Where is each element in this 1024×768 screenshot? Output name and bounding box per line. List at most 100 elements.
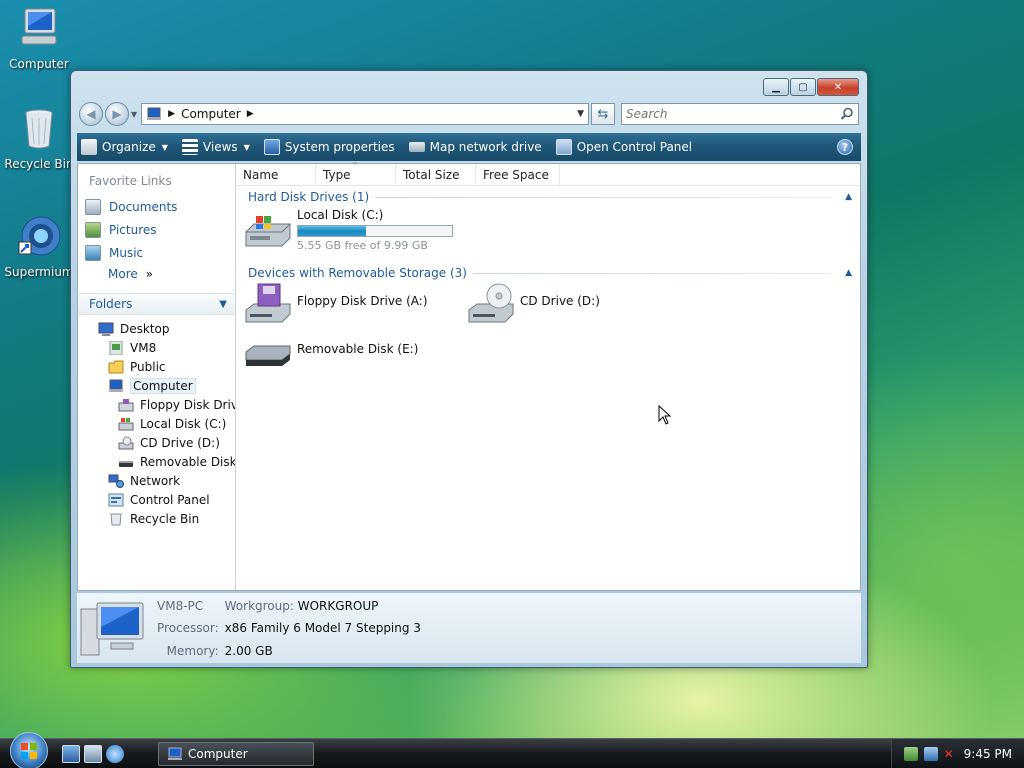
favorite-link-label: Documents — [109, 200, 178, 214]
views-label: Views — [202, 140, 238, 154]
tree-item-computer[interactable]: Computer — [78, 376, 235, 395]
safely-remove-hardware-icon[interactable] — [903, 746, 918, 761]
maximize-button[interactable]: ▢ — [790, 78, 816, 96]
double-chevron-icon: » — [145, 267, 153, 281]
computer-icon — [168, 747, 182, 760]
column-header-type[interactable]: ^ Type — [316, 161, 396, 185]
tree-item-vm8[interactable]: VM8 — [78, 338, 235, 357]
system-properties-button[interactable]: System properties — [263, 139, 395, 155]
breadcrumb-computer[interactable]: Computer — [181, 107, 241, 121]
address-row: ◀ ▶ ▼ ▶ Computer ▶ ▼ ⇆ — [79, 101, 859, 127]
column-header-total-size[interactable]: Total Size — [396, 164, 476, 185]
address-bar[interactable]: ▶ Computer ▶ ▼ — [141, 103, 589, 125]
floppy-drive-icon — [245, 283, 291, 323]
drive-tile-floppy[interactable]: Floppy Disk Drive (A:) — [244, 282, 428, 326]
tree-item-floppy[interactable]: Floppy Disk Drive — [78, 395, 235, 414]
breadcrumb-arrow-icon[interactable]: ▶ — [247, 109, 254, 119]
network-status-icon[interactable] — [923, 746, 938, 761]
system-details: VM8-PC Workgroup: WORKGROUP Processor: x… — [157, 599, 421, 663]
tree-item-removable-disk[interactable]: Removable Disk (E — [78, 452, 235, 471]
group-header-removable-storage[interactable]: Devices with Removable Storage (3) ▲ — [248, 266, 852, 280]
volume-muted-icon[interactable]: ✕ — [944, 747, 958, 761]
workgroup-label: Workgroup: — [224, 599, 294, 613]
breadcrumb-arrow-icon[interactable]: ▶ — [168, 109, 175, 119]
address-dropdown-icon[interactable]: ▼ — [577, 109, 584, 119]
group-header-hard-disk-drives[interactable]: Hard Disk Drives (1) ▲ — [248, 190, 852, 204]
column-label: Name — [243, 168, 279, 182]
desktop-icon-label: Recycle Bin — [4, 157, 74, 171]
organize-button[interactable]: Organize ▼ — [81, 139, 168, 155]
back-arrow-icon: ◀ — [86, 107, 96, 121]
floppy-drive-icon — [118, 398, 134, 411]
column-header-name[interactable]: Name — [236, 164, 316, 185]
more-links-button[interactable]: More » — [78, 265, 235, 287]
memory-value: 2.00 GB — [224, 643, 273, 658]
user-folder-icon — [109, 340, 123, 355]
network-drive-icon — [408, 142, 425, 152]
favorite-link-documents[interactable]: Documents — [78, 196, 235, 219]
tree-item-local-disk[interactable]: Local Disk (C:) — [78, 414, 235, 433]
drive-tile-removable-disk[interactable]: Removable Disk (E:) — [244, 330, 418, 374]
disk-usage-fill — [298, 226, 366, 236]
forward-button[interactable]: ▶ — [105, 102, 129, 126]
processor-value: x86 Family 6 Model 7 Stepping 3 — [224, 621, 421, 636]
removable-disk-icon — [245, 345, 291, 366]
desktop-icon-label: Supermium — [4, 265, 74, 279]
forward-arrow-icon: ▶ — [112, 107, 122, 121]
desktop-icon-supermium[interactable]: Supermium — [1, 214, 77, 279]
cd-drive-icon — [118, 436, 134, 449]
collapse-icon[interactable]: ▲ — [845, 268, 852, 278]
column-header-free-space[interactable]: Free Space — [476, 164, 560, 185]
window-controls: ▁ ▢ ✕ — [763, 78, 859, 96]
workgroup-row: Workgroup: WORKGROUP — [225, 599, 421, 618]
refresh-button[interactable]: ⇆ — [591, 103, 615, 125]
map-network-drive-button[interactable]: Map network drive — [408, 140, 542, 154]
desktop-icon-computer[interactable]: Computer — [1, 6, 77, 71]
column-headers: Name ^ Type Total Size Free Space — [236, 161, 860, 186]
switch-windows-icon[interactable] — [84, 744, 102, 763]
tree-item-label: Network — [130, 473, 181, 488]
show-desktop-icon[interactable] — [62, 744, 80, 763]
processor-label: Processor: — [157, 621, 219, 636]
favorite-link-music[interactable]: Music — [78, 242, 235, 265]
file-list-pane: Name ^ Type Total Size Free Space Hard Di… — [236, 161, 860, 590]
tree-item-public[interactable]: Public — [78, 357, 235, 376]
desktop-icon-recycle-bin[interactable]: Recycle Bin — [1, 106, 77, 171]
control-panel-icon — [108, 493, 124, 506]
open-control-panel-button[interactable]: Open Control Panel — [555, 139, 692, 155]
help-icon: ? — [841, 140, 849, 154]
search-input[interactable] — [626, 107, 840, 121]
tree-item-desktop[interactable]: Desktop — [78, 319, 235, 338]
system-properties-label: System properties — [284, 140, 395, 154]
organize-label: Organize — [102, 140, 156, 154]
system-properties-icon — [263, 139, 280, 155]
help-button[interactable]: ? — [837, 139, 853, 155]
tree-item-recycle-bin[interactable]: Recycle Bin — [78, 509, 235, 528]
drive-tile-cd-drive[interactable]: CD Drive (D:) — [467, 282, 600, 326]
tree-item-control-panel[interactable]: Control Panel — [78, 490, 235, 509]
control-panel-icon — [555, 139, 572, 155]
tree-item-network[interactable]: Network — [78, 471, 235, 490]
workgroup-value: WORKGROUP — [297, 599, 379, 613]
search-icon[interactable] — [840, 107, 854, 121]
favorite-link-pictures[interactable]: Pictures — [78, 219, 235, 242]
recycle-bin-icon — [110, 513, 122, 525]
start-button[interactable] — [10, 731, 48, 768]
folders-toggle[interactable]: Folders ▼ — [78, 293, 235, 315]
taskbar-button-computer[interactable]: Computer — [158, 741, 314, 766]
search-box[interactable] — [621, 103, 859, 125]
clock[interactable]: 9:45 PM — [964, 747, 1012, 761]
tree-item-label: Computer — [130, 377, 196, 394]
drive-name: Removable Disk (E:) — [297, 342, 419, 356]
collapse-icon[interactable]: ▲ — [845, 192, 852, 202]
sort-arrow-icon: ^ — [352, 161, 359, 170]
drive-tile-local-disk[interactable]: Local Disk (C:) 5.55 GB free of 9.99 GB — [244, 208, 453, 252]
internet-explorer-icon[interactable] — [106, 744, 124, 763]
recent-pages-dropdown[interactable]: ▼ — [131, 110, 137, 119]
tree-item-cd-drive[interactable]: CD Drive (D:) — [78, 433, 235, 452]
back-button[interactable]: ◀ — [79, 102, 103, 126]
views-button[interactable]: Views ▼ — [181, 139, 250, 155]
close-button[interactable]: ✕ — [817, 78, 859, 96]
mouse-cursor-icon — [658, 405, 672, 425]
minimize-button[interactable]: ▁ — [763, 78, 789, 96]
